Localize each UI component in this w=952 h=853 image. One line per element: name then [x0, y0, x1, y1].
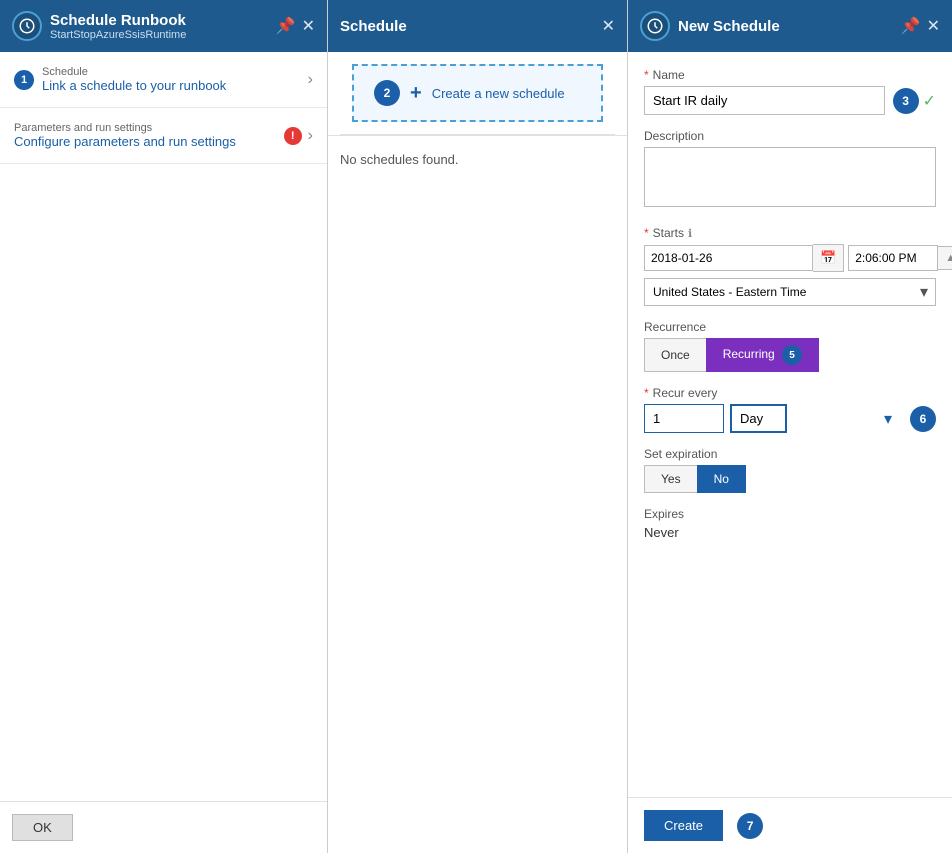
- nav-label-schedule: Schedule: [42, 66, 308, 78]
- nav-text-schedule: Schedule Link a schedule to your runbook: [42, 66, 308, 93]
- recur-unit-select-wrap: Day Week Month Hour: [730, 404, 900, 433]
- name-field-group: * Name 3 ✓: [644, 68, 936, 115]
- calendar-button[interactable]: 📅: [813, 244, 844, 272]
- date-input[interactable]: [644, 245, 813, 271]
- recur-every-field-group: * Recur every Day Week Month Hour 6: [644, 386, 936, 433]
- date-time-row: 📅 ▲ 4: [644, 244, 936, 272]
- description-label: Description: [644, 129, 936, 143]
- step-circle-2: 2: [374, 80, 400, 106]
- nav-value-parameters: Configure parameters and run settings: [14, 134, 284, 149]
- nav-item-schedule[interactable]: 1 Schedule Link a schedule to your runbo…: [0, 52, 327, 108]
- date-input-wrap: 📅: [644, 244, 844, 272]
- panel1-footer: OK: [0, 801, 327, 853]
- chevron-right-icon-2: ›: [308, 127, 313, 145]
- panel3-footer: Create 7: [628, 797, 952, 853]
- chevron-right-icon: ›: [308, 71, 313, 89]
- panel1-sub-title: StartStopAzureSsisRuntime: [50, 29, 268, 41]
- panel2-title-group: Schedule: [340, 18, 594, 35]
- nav-item-parameters[interactable]: Parameters and run settings Configure pa…: [0, 108, 327, 164]
- expires-label: Expires: [644, 507, 936, 521]
- timezone-select[interactable]: United States - Eastern Time UTC United …: [644, 278, 936, 306]
- panel2-header-icons: ✕: [602, 16, 615, 36]
- new-schedule-form: * Name 3 ✓ Description * Starts ℹ: [628, 52, 952, 797]
- panel1-main-title: Schedule Runbook: [50, 12, 268, 29]
- nav-label-parameters: Parameters and run settings: [14, 122, 284, 134]
- panel1-header-icons: 📌 ✕: [276, 16, 315, 36]
- step-circle-5: 5: [782, 345, 802, 365]
- recurrence-buttons: Once Recurring 5: [644, 338, 936, 372]
- time-arrow-button[interactable]: ▲: [938, 246, 952, 270]
- create-button[interactable]: Create: [644, 810, 723, 841]
- clock-icon: [12, 11, 42, 41]
- create-new-schedule-button[interactable]: 2 + Create a new schedule: [352, 64, 603, 122]
- panel-schedule-runbook: Schedule Runbook StartStopAzureSsisRunti…: [0, 0, 328, 853]
- time-input[interactable]: [848, 245, 938, 271]
- timezone-select-wrap: United States - Eastern Time UTC United …: [644, 278, 936, 306]
- recurrence-label: Recurrence: [644, 320, 936, 334]
- name-input-row: 3 ✓: [644, 86, 936, 115]
- step-circle-7: 7: [737, 813, 763, 839]
- yes-expiration-button[interactable]: Yes: [644, 465, 697, 493]
- pin-icon[interactable]: 📌: [276, 16, 296, 36]
- panel1-header: Schedule Runbook StartStopAzureSsisRunti…: [0, 0, 327, 52]
- description-input[interactable]: [644, 147, 936, 207]
- recur-every-label: * Recur every: [644, 386, 936, 400]
- panel1-content: 1 Schedule Link a schedule to your runbo…: [0, 52, 327, 801]
- panel2-content: 2 + Create a new schedule No schedules f…: [328, 52, 627, 853]
- name-input[interactable]: [644, 86, 885, 115]
- nav-value-schedule: Link a schedule to your runbook: [42, 78, 308, 93]
- panel3-header: New Schedule 📌 ✕: [628, 0, 952, 52]
- create-label: Create a new schedule: [432, 86, 565, 101]
- required-star-recur: *: [644, 386, 649, 400]
- expires-field-group: Expires Never: [644, 507, 936, 540]
- error-badge: !: [284, 127, 302, 145]
- recur-unit-select[interactable]: Day Week Month Hour: [730, 404, 787, 433]
- panel2-main-title: Schedule: [340, 18, 594, 35]
- close-icon-2[interactable]: ✕: [602, 16, 615, 36]
- close-icon-3[interactable]: ✕: [927, 16, 940, 36]
- clock-icon-3: [640, 11, 670, 41]
- recurring-button[interactable]: Recurring 5: [706, 338, 819, 372]
- once-button[interactable]: Once: [644, 338, 706, 372]
- set-expiration-field-group: Set expiration Yes No: [644, 447, 936, 493]
- expiration-buttons: Yes No: [644, 465, 936, 493]
- info-icon[interactable]: ℹ: [688, 227, 692, 240]
- create-schedule-wrap: 2 + Create a new schedule: [340, 64, 615, 122]
- starts-field-group: * Starts ℹ 📅 ▲ 4 United States - Eastern…: [644, 226, 936, 306]
- nav-badge-1: 1: [14, 70, 34, 90]
- check-icon: ✓: [923, 91, 936, 111]
- name-label: * Name: [644, 68, 936, 82]
- ok-button[interactable]: OK: [12, 814, 73, 841]
- name-input-wrap: [644, 86, 885, 115]
- nav-text-parameters: Parameters and run settings Configure pa…: [14, 122, 284, 149]
- required-star-starts: *: [644, 226, 649, 240]
- step-circle-3: 3: [893, 88, 919, 114]
- recur-number-input[interactable]: [644, 404, 724, 433]
- no-schedules-text: No schedules found.: [328, 135, 627, 183]
- pin-icon-3[interactable]: 📌: [901, 16, 921, 36]
- expires-value: Never: [644, 525, 936, 540]
- plus-icon: +: [410, 82, 422, 105]
- panel-schedule: Schedule ✕ 2 + Create a new schedule No …: [328, 0, 628, 853]
- description-field-group: Description: [644, 129, 936, 212]
- close-icon[interactable]: ✕: [302, 16, 315, 36]
- recur-every-row: Day Week Month Hour 6: [644, 404, 936, 433]
- panel2-header: Schedule ✕: [328, 0, 627, 52]
- set-expiration-label: Set expiration: [644, 447, 936, 461]
- panel3-header-icons: 📌 ✕: [901, 16, 940, 36]
- panel-new-schedule: New Schedule 📌 ✕ * Name 3 ✓ Description: [628, 0, 952, 853]
- starts-label: * Starts ℹ: [644, 226, 936, 240]
- panel1-title-group: Schedule Runbook StartStopAzureSsisRunti…: [50, 12, 268, 41]
- required-star-name: *: [644, 68, 649, 82]
- time-input-wrap: ▲: [848, 244, 952, 272]
- step-circle-6: 6: [910, 406, 936, 432]
- panel3-main-title: New Schedule: [678, 18, 893, 35]
- panel3-title-group: New Schedule: [678, 18, 893, 35]
- recurrence-field-group: Recurrence Once Recurring 5: [644, 320, 936, 372]
- no-expiration-button[interactable]: No: [697, 465, 746, 493]
